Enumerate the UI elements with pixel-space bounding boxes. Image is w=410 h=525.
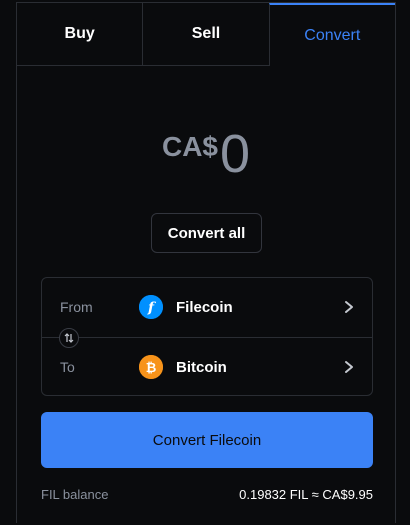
from-label: From [60, 299, 93, 315]
balance-value: 0.19832 FIL ≈ CA$9.95 [239, 487, 373, 502]
convert-panel: Buy Sell Convert CA$ 0 Convert all From … [16, 2, 396, 523]
swap-arrows-icon [64, 333, 74, 343]
svg-text:₿: ₿ [146, 361, 157, 376]
amount-display[interactable]: CA$ 0 [17, 127, 395, 181]
from-asset-name: Filecoin [176, 298, 233, 316]
chevron-right-icon [345, 301, 353, 313]
balance-label: FIL balance [41, 487, 109, 502]
trade-tabs: Buy Sell Convert [17, 3, 395, 66]
bitcoin-icon: ₿ [139, 355, 163, 379]
to-asset-row[interactable]: To ₿ Bitcoin [42, 337, 372, 396]
convert-all-button[interactable]: Convert all [151, 213, 262, 253]
balance-row: FIL balance 0.19832 FIL ≈ CA$9.95 [41, 487, 373, 502]
amount-currency: CA$ [161, 131, 218, 162]
from-asset-row[interactable]: From f Filecoin [42, 278, 372, 336]
asset-pair-selector: From f Filecoin To ₿ Bitcoin [41, 277, 373, 396]
swap-assets-button[interactable] [59, 328, 79, 348]
to-asset-name: Bitcoin [176, 358, 227, 376]
tab-convert[interactable]: Convert [268, 3, 395, 66]
page: Buy Sell Convert CA$ 0 Convert all From … [0, 0, 410, 525]
to-label: To [60, 359, 75, 375]
amount-value: 0 [219, 124, 251, 184]
tab-sell[interactable]: Sell [142, 3, 269, 66]
filecoin-icon: f [139, 295, 163, 319]
tab-buy[interactable]: Buy [17, 3, 143, 66]
convert-filecoin-button[interactable]: Convert Filecoin [41, 412, 373, 468]
chevron-right-icon [345, 361, 353, 373]
